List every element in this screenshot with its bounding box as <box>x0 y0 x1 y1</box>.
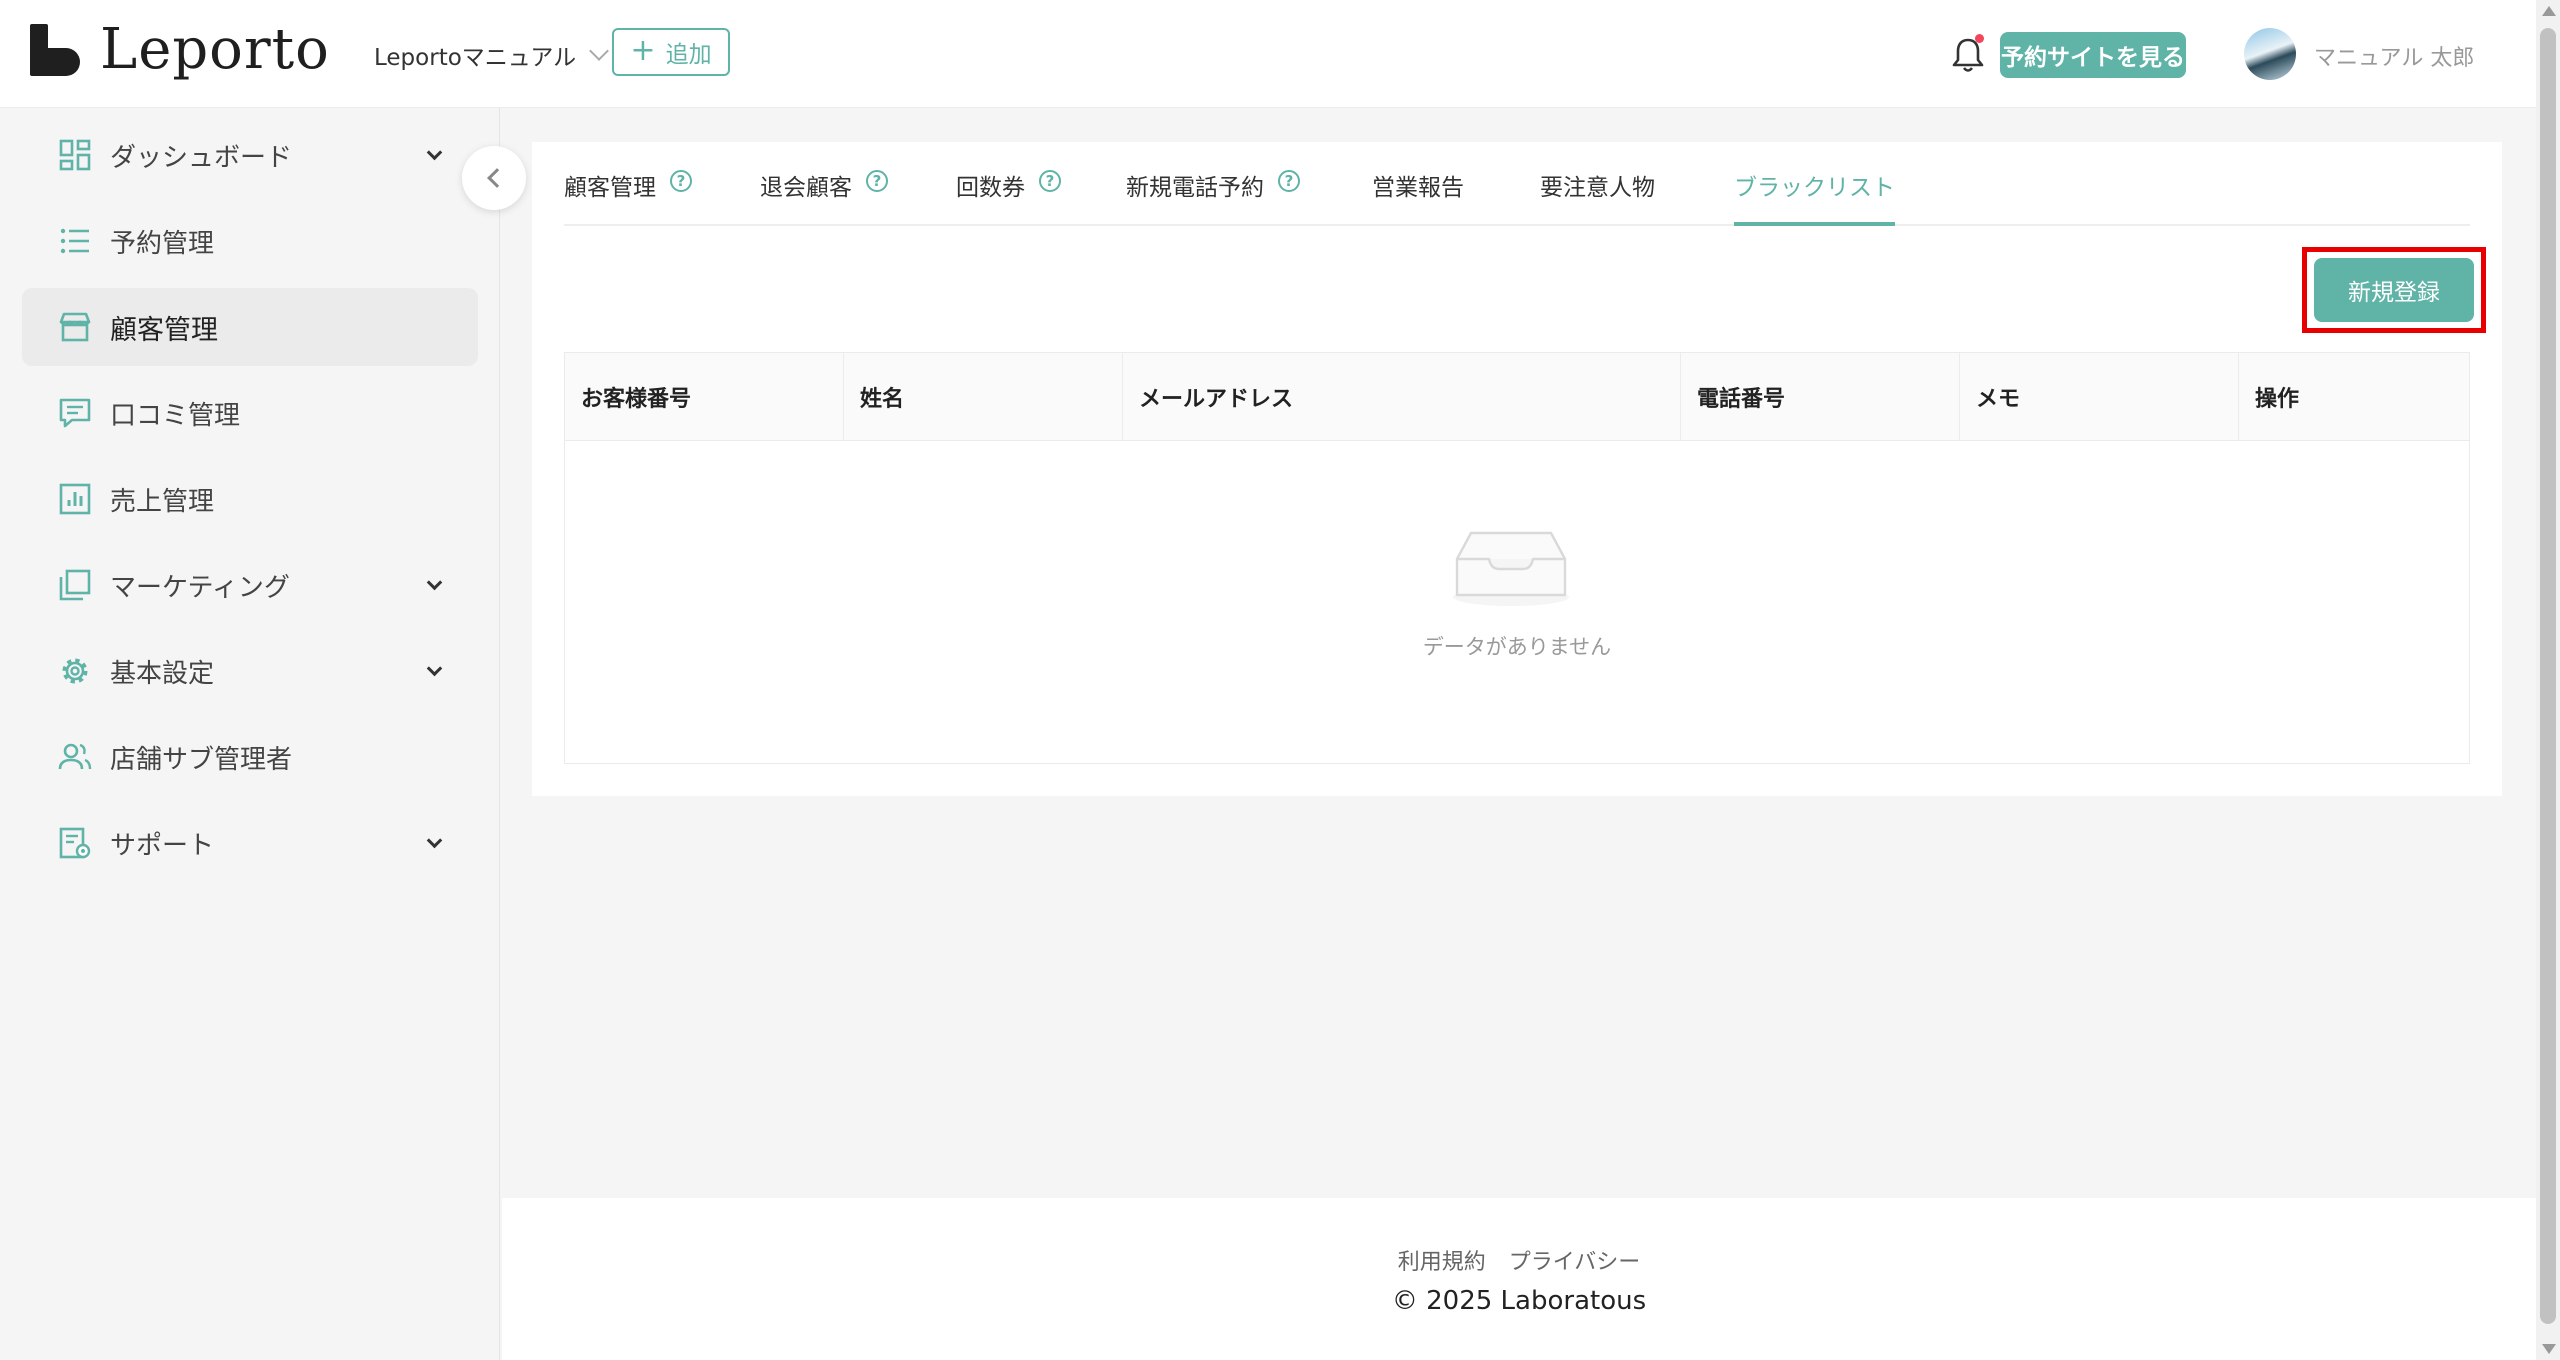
tab-coupon-tickets[interactable]: 回数券 ? <box>956 168 1061 226</box>
sidebar-item-reviews[interactable]: 口コミ管理 <box>22 374 478 452</box>
collapse-sidebar-button[interactable] <box>462 146 526 210</box>
tab-label: 回数券 <box>956 175 1025 201</box>
tab-new-phone-reservation[interactable]: 新規電話予約 ? <box>1126 168 1300 226</box>
scrollbar[interactable] <box>2536 0 2560 1360</box>
footer-links: 利用規約 プライバシー <box>502 1244 2536 1276</box>
view-booking-site-button[interactable]: 予約サイトを見る <box>2000 32 2186 78</box>
tab-business-report[interactable]: 営業報告 <box>1372 168 1464 226</box>
logo-mark <box>30 24 80 76</box>
sidebar: ダッシュボード 予約管理 顧客管理 口コミ管理 売上管理 マーケティング 基本設… <box>0 108 500 1360</box>
column-header-customer-number: お客様番号 <box>565 353 844 441</box>
chevron-down-icon <box>426 660 443 676</box>
chevron-left-icon <box>487 168 507 188</box>
tab-label: 要注意人物 <box>1540 175 1655 201</box>
column-header-phone: 電話番号 <box>1681 353 1960 441</box>
scroll-down-arrow-icon[interactable] <box>2542 1344 2556 1354</box>
tab-withdrawn-customers[interactable]: 退会顧客 ? <box>760 168 888 226</box>
top-header: Leporto Leportoマニュアル + 追加 予約サイトを見る マニュアル… <box>0 0 2536 108</box>
add-button-label: 追加 <box>665 42 712 68</box>
avatar[interactable] <box>2244 28 2296 80</box>
store-icon <box>59 312 91 342</box>
tab-label: 退会顧客 <box>760 175 852 201</box>
sidebar-item-label: マーケティング <box>110 572 290 603</box>
column-header-name: 姓名 <box>844 353 1123 441</box>
help-icon[interactable]: ? <box>1278 170 1300 192</box>
empty-state: データがありません <box>565 441 2469 763</box>
copyright-text: 2025 Laboratous <box>1426 1286 1647 1316</box>
notification-dot <box>1975 34 1984 43</box>
gear-icon <box>62 658 88 684</box>
sidebar-item-label: 顧客管理 <box>110 314 218 346</box>
notification-bell-icon[interactable] <box>1950 34 1986 74</box>
copyright-icon: © <box>1391 1286 1418 1316</box>
dashboard-icon <box>59 139 91 171</box>
footer: 利用規約 プライバシー © 2025 Laboratous <box>502 1198 2536 1360</box>
sidebar-item-label: ダッシュボード <box>110 142 293 173</box>
sidebar-item-marketing[interactable]: マーケティング <box>22 546 478 624</box>
copyright: © 2025 Laboratous <box>502 1286 2536 1316</box>
tab-label: 営業報告 <box>1372 175 1464 201</box>
tab-bar: 顧客管理 ? 退会顧客 ? 回数券 ? 新規電話予約 ? 営業報告 要注意人物 … <box>564 142 2470 226</box>
column-header-actions: 操作 <box>2255 387 2300 412</box>
sidebar-item-settings[interactable]: 基本設定 <box>22 632 478 710</box>
blacklist-table: お客様番号 姓名 メールアドレス 電話番号 メモ 操作 データがありません <box>564 352 2470 764</box>
tab-label: ブラックリスト <box>1734 175 1895 201</box>
marketing-icon <box>59 569 91 601</box>
sidebar-item-label: 口コミ管理 <box>110 400 241 431</box>
privacy-link[interactable]: プライバシー <box>1509 1250 1641 1275</box>
empty-text: データがありません <box>1422 635 1612 659</box>
logo[interactable]: Leporto <box>30 22 330 78</box>
scroll-up-arrow-icon[interactable] <box>2542 6 2556 16</box>
add-button[interactable]: + 追加 <box>612 28 730 76</box>
sidebar-item-label: サポート <box>110 830 215 861</box>
help-icon[interactable]: ? <box>866 170 888 192</box>
shop-name: Leportoマニュアル <box>374 45 577 71</box>
sidebar-item-label: 売上管理 <box>110 486 215 517</box>
sidebar-item-label: 店舗サブ管理者 <box>110 744 293 775</box>
column-header-memo: メモ <box>1960 353 2239 441</box>
sales-chart-icon <box>59 483 91 515</box>
chevron-down-icon <box>589 41 609 61</box>
chevron-down-icon <box>426 144 443 160</box>
shop-selector[interactable]: Leportoマニュアル <box>374 38 609 72</box>
logo-text: Leporto <box>100 17 330 82</box>
empty-inbox-icon <box>1453 531 1569 606</box>
table-header: お客様番号 姓名 メールアドレス 電話番号 メモ 操作 <box>565 353 2469 441</box>
users-icon <box>58 743 92 770</box>
chevron-down-icon <box>426 574 443 590</box>
sidebar-item-label: 基本設定 <box>110 658 215 689</box>
column-header-email: メールアドレス <box>1123 353 1681 441</box>
main-card: 顧客管理 ? 退会顧客 ? 回数券 ? 新規電話予約 ? 営業報告 要注意人物 … <box>532 142 2502 796</box>
user-name[interactable]: マニュアル 太郎 <box>2314 40 2474 72</box>
sidebar-item-support[interactable]: サポート <box>22 804 478 882</box>
scrollbar-thumb[interactable] <box>2540 28 2556 1324</box>
help-icon[interactable]: ? <box>670 170 692 192</box>
tab-label: 顧客管理 <box>564 175 656 201</box>
tab-blacklist[interactable]: ブラックリスト <box>1734 168 1895 226</box>
sidebar-item-sub-admins[interactable]: 店舗サブ管理者 <box>22 718 478 796</box>
plus-icon: + <box>630 32 656 68</box>
list-icon <box>60 228 89 254</box>
sidebar-item-sales[interactable]: 売上管理 <box>22 460 478 538</box>
tab-caution-persons[interactable]: 要注意人物 <box>1540 168 1655 226</box>
sidebar-item-customers[interactable]: 顧客管理 <box>22 288 478 366</box>
chevron-down-icon <box>426 832 443 848</box>
tab-label: 新規電話予約 <box>1126 175 1264 201</box>
sidebar-item-dashboard[interactable]: ダッシュボード <box>22 116 478 194</box>
sidebar-item-label: 予約管理 <box>110 228 215 259</box>
tab-customers[interactable]: 顧客管理 ? <box>564 168 692 226</box>
support-icon <box>59 827 91 859</box>
sidebar-item-reservations[interactable]: 予約管理 <box>22 202 478 280</box>
new-register-button[interactable]: 新規登録 <box>2314 258 2474 322</box>
comment-icon <box>59 398 91 428</box>
terms-link[interactable]: 利用規約 <box>1398 1250 1486 1275</box>
help-icon[interactable]: ? <box>1039 170 1061 192</box>
